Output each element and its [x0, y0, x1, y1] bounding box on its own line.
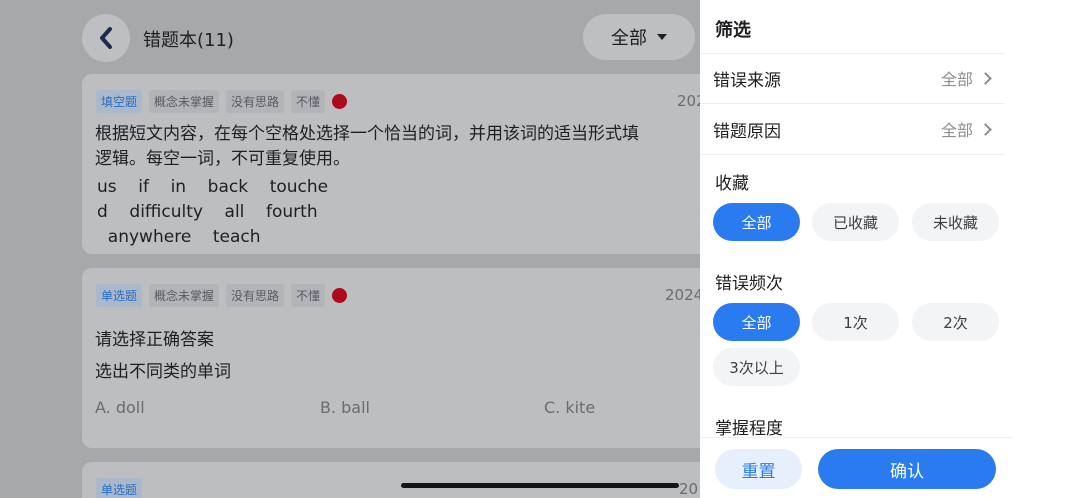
- filter-drawer: 筛选 错误来源 全部 错题原因 全部 收藏 全部 已收藏 未收藏 错误频次 全部…: [700, 0, 1080, 498]
- answer-option: A. doll: [95, 398, 145, 417]
- question-text: 请选择正确答案: [95, 330, 214, 350]
- filter-dropdown-label: 全部: [611, 28, 647, 49]
- caret-down-icon: [657, 34, 667, 40]
- answer-option: C. kite: [544, 398, 596, 417]
- favorite-option-all[interactable]: 全部: [713, 203, 800, 241]
- error-source-row[interactable]: 错误来源 全部: [700, 53, 1005, 103]
- filter-dropdown[interactable]: 全部: [583, 14, 695, 60]
- favorite-section-label: 收藏: [715, 174, 749, 194]
- error-source-value: 全部: [940, 70, 973, 89]
- drawer-action-bar: 重置 确认: [700, 437, 1013, 498]
- error-source-label: 错误来源: [713, 70, 781, 91]
- back-button[interactable]: [82, 14, 130, 62]
- confirm-button[interactable]: 确认: [818, 449, 996, 489]
- page-title: 错题本(11): [143, 30, 234, 51]
- frequency-option-1[interactable]: 1次: [812, 303, 899, 341]
- reason-tag: 不懂: [291, 90, 326, 113]
- question-type-tag: 单选题: [96, 284, 143, 307]
- wrong-question-book-page: 错题本(11) 全部 填空题 概念未掌握 没有思路 不懂 202 根据短文内容，…: [0, 0, 700, 498]
- frequency-option-all[interactable]: 全部: [713, 303, 800, 341]
- question-date: 202: [677, 92, 700, 110]
- reason-tag: 没有思路: [226, 284, 285, 307]
- error-reason-value: 全部: [940, 121, 973, 140]
- chevron-right-icon: [979, 71, 992, 85]
- favorite-option-unsaved[interactable]: 未收藏: [912, 203, 999, 241]
- reason-tag: 概念未掌握: [149, 284, 220, 307]
- question-text: 逻辑。每空一词，不可重复使用。: [95, 149, 350, 169]
- status-dot: [332, 94, 348, 109]
- word-bank-line: us if in back touche: [97, 177, 329, 197]
- chevron-left-icon: [100, 27, 112, 49]
- frequency-option-3plus[interactable]: 3次以上: [713, 348, 800, 386]
- reason-tag: 没有思路: [226, 90, 285, 113]
- home-indicator[interactable]: [401, 483, 679, 488]
- question-card[interactable]: 填空题 概念未掌握 没有思路 不懂 202 根据短文内容，在每个空格处选择一个恰…: [82, 74, 700, 254]
- reason-tag: 概念未掌握: [149, 90, 220, 113]
- question-text: 选出不同类的单词: [95, 362, 231, 382]
- word-bank-line: d difficulty all fourth: [97, 202, 318, 222]
- favorite-option-saved[interactable]: 已收藏: [812, 203, 899, 241]
- answer-option: B. ball: [320, 398, 370, 417]
- chevron-right-icon: [979, 122, 992, 136]
- question-text: 根据短文内容，在每个空格处选择一个恰当的词，并用该词的适当形式填: [95, 124, 639, 144]
- question-type-tag: 单选题: [96, 478, 143, 498]
- word-bank-line: anywhere teach: [97, 227, 261, 247]
- mastery-section-label: 掌握程度: [715, 419, 783, 439]
- error-reason-label: 错题原因: [713, 121, 781, 142]
- error-reason-row[interactable]: 错题原因 全部: [700, 104, 1005, 154]
- divider: [700, 154, 1005, 155]
- drawer-title: 筛选: [715, 20, 751, 41]
- frequency-section-label: 错误频次: [715, 274, 783, 294]
- question-card[interactable]: 单选题 20: [82, 462, 700, 498]
- frequency-option-2[interactable]: 2次: [912, 303, 999, 341]
- status-dot: [332, 288, 348, 303]
- question-date: 20: [679, 480, 699, 498]
- question-card[interactable]: 单选题 概念未掌握 没有思路 不懂 2024 请选择正确答案 选出不同类的单词 …: [82, 268, 700, 448]
- question-type-tag: 填空题: [96, 90, 143, 113]
- reason-tag: 不懂: [291, 284, 326, 307]
- reset-button[interactable]: 重置: [715, 449, 802, 489]
- question-date: 2024: [665, 286, 700, 304]
